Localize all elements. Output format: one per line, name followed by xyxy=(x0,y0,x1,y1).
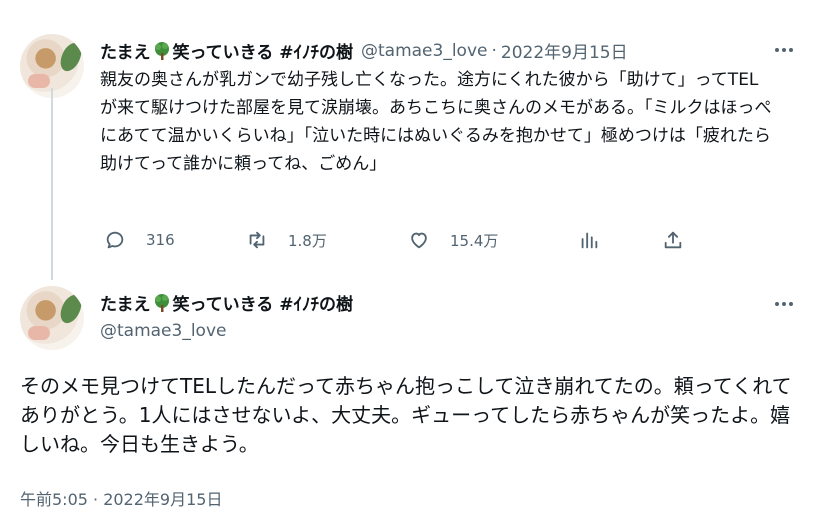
tweet-text: 親友の奥さんが乳ガンで幼子残し亡くなった。途方にくれた彼から「助けて」ってTEL… xyxy=(100,70,772,174)
more-options-icon[interactable] xyxy=(772,292,796,316)
tweet-header: たまえ 笑っていきる #ｲﾉﾁの樹 @tamae3_love · 2022年9月1… xyxy=(100,38,628,64)
more-options-icon[interactable] xyxy=(772,38,796,62)
reply-button[interactable]: 316 xyxy=(104,226,175,254)
analytics-button[interactable] xyxy=(578,226,600,254)
user-handle[interactable]: @tamae3_love xyxy=(100,321,353,341)
share-icon xyxy=(664,231,682,249)
share-button[interactable] xyxy=(662,226,684,254)
user-handle[interactable]: @tamae3_love xyxy=(361,41,487,61)
deciduous-tree-icon xyxy=(154,42,169,60)
separator-dot: · xyxy=(491,40,497,61)
retweet-icon xyxy=(249,231,265,249)
tweet-timestamp[interactable]: 午前5:05 · 2022年9月15日 xyxy=(20,486,222,510)
retweet-count: 1.8万 xyxy=(288,231,327,250)
display-name[interactable]: たまえ 笑っていきる #ｲﾉﾁの樹 xyxy=(100,290,353,315)
reply-text: そのメモ見つけてTELしたんだって赤ちゃん抱っこして泣き崩れてたの。頼ってくれて… xyxy=(20,374,792,456)
like-count: 15.4万 xyxy=(450,231,499,250)
analytics-icon xyxy=(581,232,598,249)
like-button[interactable]: 15.4万 xyxy=(408,226,498,254)
tweet-date[interactable]: 2022年9月15日 xyxy=(501,38,628,63)
reply-header: たまえ 笑っていきる #ｲﾉﾁの樹 @tamae3_love xyxy=(100,290,353,341)
avatar[interactable] xyxy=(20,286,84,350)
retweet-button[interactable]: 1.8万 xyxy=(246,226,327,254)
display-name[interactable]: たまえ 笑っていきる #ｲﾉﾁの樹 xyxy=(100,38,353,63)
deciduous-tree-icon xyxy=(154,293,169,312)
tweet-actions: 316 1.8万 15.4万 xyxy=(100,226,700,254)
heart-icon xyxy=(411,232,427,249)
reply-icon xyxy=(106,231,124,249)
thread-line xyxy=(51,88,53,280)
reply-count: 316 xyxy=(146,231,175,249)
